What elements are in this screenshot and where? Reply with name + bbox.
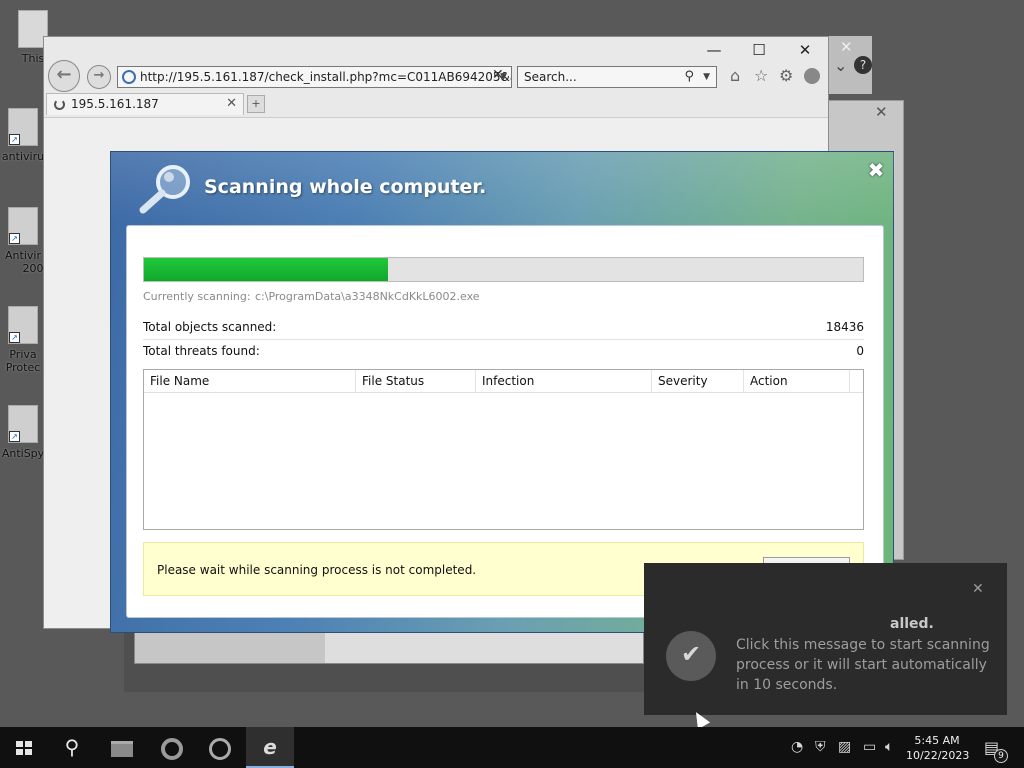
scan-panel: Currently scanning: c:\ProgramData\a3348… — [126, 225, 884, 618]
search-icon[interactable]: ⚲ — [48, 727, 96, 768]
stat-value: 18436 — [825, 320, 864, 334]
favorites-star-icon[interactable]: ☆ — [754, 66, 768, 85]
scan-progress-bar — [143, 257, 864, 282]
chevron-down-icon[interactable]: ▼ — [703, 67, 710, 87]
clock-date: 10/22/2023 — [906, 749, 970, 762]
table-header: File Name File Status Infection Severity… — [144, 370, 863, 393]
file-explorer-icon[interactable] — [98, 727, 146, 768]
system-clock[interactable]: 5:45 AM 10/22/2023 — [906, 733, 970, 763]
network-tray-icon[interactable]: ▨ — [838, 739, 851, 755]
stop-loading-icon[interactable]: ✕ — [492, 67, 504, 83]
close-icon[interactable]: ✖ — [866, 160, 886, 180]
dialog-title: Scanning whole computer. — [204, 176, 487, 198]
app-tray-icon[interactable]: ◔ — [791, 739, 803, 755]
browser-titlebar: — ☐ ✕ — [44, 37, 828, 61]
toast-body: Click this message to start scanning pro… — [736, 637, 990, 693]
clock-time: 5:45 AM — [914, 734, 960, 747]
close-icon: ✕ — [875, 103, 888, 121]
maximize-button[interactable]: ☐ — [749, 41, 769, 59]
magnifier-icon — [139, 165, 190, 214]
address-url: http://195.5.161.187/check_install.php?m… — [140, 70, 512, 84]
forward-button[interactable]: → — [87, 65, 111, 89]
windows-logo-icon — [16, 741, 32, 755]
column-header-infection[interactable]: Infection — [476, 370, 652, 392]
stat-threats-found: Total threats found: 0 — [143, 341, 864, 364]
monitor-icon[interactable]: ▭ — [863, 739, 876, 755]
shield-icon[interactable]: ⛨ — [815, 739, 826, 755]
search-placeholder: Search... — [524, 70, 577, 84]
stat-label: Total objects scanned: — [143, 320, 277, 334]
stat-label: Total threats found: — [143, 344, 260, 358]
background-toolbar: ⌄ ? — [826, 56, 886, 86]
shield-check-icon: ✔ — [666, 631, 716, 681]
shortcut-icon: ↗ — [8, 108, 38, 146]
gear-icon[interactable]: ⚙ — [779, 66, 793, 85]
stat-objects-scanned: Total objects scanned: 18436 — [143, 317, 864, 340]
toast-title: alled. — [890, 616, 934, 632]
background-window — [134, 632, 644, 664]
start-button[interactable] — [0, 727, 48, 768]
volume-muted-icon[interactable]: 🔈︎ — [885, 739, 893, 755]
shortcut-icon: ↗ — [8, 405, 38, 443]
tab-title: 195.5.161.187 — [71, 97, 159, 111]
currently-scanning-path: c:\ProgramData\a3348NkCdKkL6002.exe — [255, 290, 480, 303]
chevron-down-icon: ⌄ — [834, 56, 848, 75]
address-bar[interactable]: http://195.5.161.187/check_install.php?m… — [117, 66, 512, 88]
chrome-icon[interactable] — [148, 727, 196, 768]
stat-value: 0 — [856, 344, 864, 358]
close-icon: ✕ — [840, 38, 853, 56]
column-header-action[interactable]: Action — [744, 370, 850, 392]
help-icon[interactable]: ? — [854, 56, 872, 74]
search-icon[interactable]: ⚲ — [684, 67, 694, 87]
notification-count-badge: 9 — [994, 749, 1008, 763]
ie-icon — [122, 70, 136, 84]
home-icon[interactable]: ⌂ — [730, 66, 740, 85]
column-header-severity[interactable]: Severity — [652, 370, 744, 392]
minimize-button[interactable]: — — [704, 41, 724, 59]
toast-notification[interactable]: ✕ ✔ alled. Click this message to start s… — [644, 563, 1007, 715]
currently-scanning-label: Currently scanning: — [143, 290, 251, 303]
close-tab-icon[interactable]: ✕ — [226, 94, 237, 114]
shortcut-icon: ↗ — [8, 207, 38, 245]
app-icon[interactable] — [196, 727, 244, 768]
loading-spinner-icon — [54, 99, 65, 110]
search-input[interactable]: Search... ⚲ ▼ — [517, 66, 717, 88]
browser-navbar: ← → http://195.5.161.187/check_install.p… — [44, 60, 830, 94]
internet-explorer-icon[interactable]: e — [246, 727, 294, 768]
close-icon[interactable]: ✕ — [972, 581, 984, 597]
results-table: File Name File Status Infection Severity… — [143, 369, 864, 530]
column-header-file-status[interactable]: File Status — [356, 370, 476, 392]
scan-progress-fill — [144, 258, 389, 281]
close-button[interactable]: ✕ — [795, 41, 815, 59]
smiley-feedback-icon[interactable] — [804, 68, 820, 84]
back-button[interactable]: ← — [48, 60, 80, 92]
notice-text: Please wait while scanning process is no… — [157, 563, 477, 577]
taskbar: ⚲ e ◔ ⛨ ▨ ▭ 🔈︎ 5:45 AM 10/22/2023 ▤ 9 — [0, 727, 1024, 768]
new-tab-button[interactable]: + — [247, 95, 265, 113]
fake-antivirus-dialog: Scanning whole computer. ✖ Currently sca… — [110, 151, 895, 633]
column-header-file-name[interactable]: File Name — [144, 370, 356, 392]
browser-tab[interactable]: 195.5.161.187 ✕ — [46, 93, 244, 115]
shortcut-icon: ↗ — [8, 306, 38, 344]
